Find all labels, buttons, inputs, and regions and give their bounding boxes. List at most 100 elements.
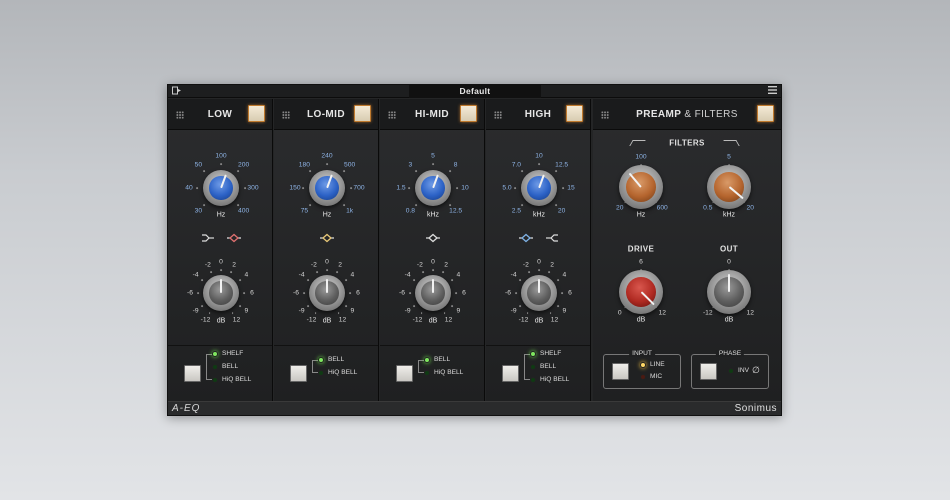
option-led[interactable] xyxy=(212,351,218,357)
freq-tick-dot xyxy=(555,170,557,172)
drive-knob[interactable] xyxy=(619,270,663,314)
option-led[interactable] xyxy=(212,364,218,370)
band-type-button[interactable] xyxy=(396,365,413,382)
gain-tick: 9 xyxy=(244,307,249,315)
frequency-unit: kHz xyxy=(532,211,546,219)
band-enable-button[interactable] xyxy=(354,105,371,122)
phase-group: PHASE INV ∅ xyxy=(691,350,769,389)
preset-name[interactable]: Default xyxy=(409,85,541,98)
brand-logo: Sonimus xyxy=(734,403,777,414)
gain-tick-dot xyxy=(349,292,351,294)
band-type-button[interactable] xyxy=(502,365,519,382)
freq-tick-dot xyxy=(562,187,564,189)
freq-tick: 500 xyxy=(344,161,356,169)
frequency-knob[interactable] xyxy=(203,170,239,206)
freq-tick-dot xyxy=(237,204,239,206)
option-led[interactable] xyxy=(424,370,430,376)
frequency-knob[interactable] xyxy=(415,170,451,206)
gain-tick-dot xyxy=(549,312,552,314)
gain-tick: 2 xyxy=(444,261,448,269)
gain-tick: -12 xyxy=(518,316,529,324)
phase-symbol-icon: ∅ xyxy=(752,365,760,375)
option-led[interactable] xyxy=(212,377,218,383)
gain-knob[interactable] xyxy=(203,275,239,311)
band-type-button[interactable] xyxy=(184,365,201,382)
option-led[interactable] xyxy=(424,357,430,363)
freq-tick: 12.5 xyxy=(555,161,569,169)
lpf-unit: kHz xyxy=(722,211,736,219)
gain-tick-dot xyxy=(432,269,434,271)
lpf-knob[interactable] xyxy=(707,165,751,209)
option-led[interactable] xyxy=(318,357,324,363)
band-enable-button[interactable] xyxy=(248,105,265,122)
gain-tick: 12 xyxy=(550,316,559,324)
gain-tick-dot xyxy=(441,271,444,274)
freq-tick: 40 xyxy=(185,184,193,192)
band-enable-button[interactable] xyxy=(566,105,583,122)
option-label[interactable]: BELL xyxy=(222,363,238,370)
phase-led[interactable] xyxy=(728,368,734,374)
frequency-knob[interactable] xyxy=(521,170,557,206)
input-option-label[interactable]: MIC xyxy=(650,373,662,380)
low-bell-shape-icon xyxy=(226,230,242,248)
gain-tick-dot xyxy=(556,305,559,308)
phase-button[interactable] xyxy=(700,363,717,380)
input-button[interactable] xyxy=(612,363,629,380)
input-option-label[interactable]: LINE xyxy=(650,361,665,368)
gain-knob[interactable] xyxy=(309,275,345,311)
frequency-knob[interactable] xyxy=(309,170,345,206)
gain-tick-dot xyxy=(422,271,425,274)
gain-tick: -12 xyxy=(200,316,211,324)
band-type-button[interactable] xyxy=(290,365,307,382)
out-knob[interactable] xyxy=(707,270,751,314)
option-label[interactable]: SHELF xyxy=(222,350,243,357)
freq-tick-dot xyxy=(302,187,304,189)
freq-tick: 150 xyxy=(289,184,301,192)
gain-tick-dot xyxy=(450,305,453,308)
gain-knob[interactable] xyxy=(521,275,557,311)
option-led[interactable] xyxy=(530,364,536,370)
option-label[interactable]: HiQ BELL xyxy=(434,369,463,376)
band-header: LO-MID xyxy=(274,99,378,130)
option-label[interactable]: BELL xyxy=(434,356,450,363)
gain-tick: 4 xyxy=(244,271,249,279)
option-led[interactable] xyxy=(530,351,536,357)
gain-tick-dot xyxy=(556,278,559,281)
option-label[interactable]: SHELF xyxy=(540,350,561,357)
gain-tick-dot xyxy=(316,271,319,274)
option-label[interactable]: BELL xyxy=(540,363,556,370)
preamp-header: PREAMP & FILTERS xyxy=(593,99,781,130)
preamp-enable-button[interactable] xyxy=(757,105,774,122)
gain-tick: -2 xyxy=(416,261,423,269)
gain-tick: 6 xyxy=(568,289,572,297)
input-led[interactable] xyxy=(640,374,646,380)
lpf-symbol-icon xyxy=(723,140,740,146)
gain-tick: -6 xyxy=(293,289,299,297)
option-label[interactable]: HiQ BELL xyxy=(328,369,357,376)
option-led[interactable] xyxy=(530,377,536,383)
hpf-symbol-icon xyxy=(629,140,646,146)
gain-tick-dot xyxy=(420,312,423,314)
phase-option-label[interactable]: INV xyxy=(738,367,749,374)
option-label[interactable]: BELL xyxy=(328,356,344,363)
gain-tick: 12 xyxy=(444,316,453,324)
freq-tick-dot xyxy=(521,204,523,206)
band-enable-button[interactable] xyxy=(460,105,477,122)
input-led[interactable] xyxy=(640,362,646,368)
option-label[interactable]: HiQ BELL xyxy=(222,376,251,383)
gain-knob[interactable] xyxy=(415,275,451,311)
option-label[interactable]: HiQ BELL xyxy=(540,376,569,383)
gain-tick: -9 xyxy=(404,307,411,315)
freq-tick-dot xyxy=(538,163,540,165)
gain-tick-dot xyxy=(314,312,317,314)
phase-title: PHASE xyxy=(715,350,745,357)
hpf-knob[interactable] xyxy=(619,165,663,209)
gain-tick-dot xyxy=(409,292,411,294)
freq-tick-dot xyxy=(196,187,198,189)
preset-browser-icon[interactable] xyxy=(172,86,182,98)
freq-tick-dot xyxy=(456,187,458,189)
freq-tick: 12.5 xyxy=(449,207,463,215)
lpf-tick: 20 xyxy=(746,204,754,212)
hamburger-menu-icon[interactable] xyxy=(768,86,777,97)
option-led[interactable] xyxy=(318,370,324,376)
